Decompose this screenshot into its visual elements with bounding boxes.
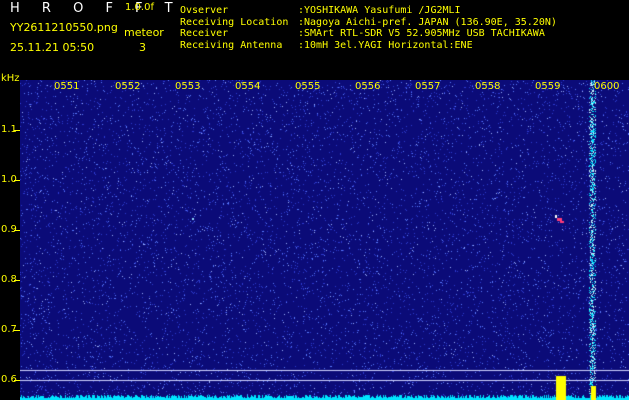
time-label: 0600	[594, 81, 620, 92]
meteor-count: 3	[139, 41, 146, 54]
time-label: 0552	[115, 81, 141, 92]
app-version: 1.0.0f	[125, 2, 154, 13]
capture-datetime: 25.11.21 05:50	[10, 41, 95, 54]
image-filename: YY2611210550.png	[10, 21, 118, 34]
time-label: 0559	[535, 81, 561, 92]
info-row-receiver: Receiver:SMArt RTL-SDR V5 52.905MHz USB …	[180, 28, 545, 39]
app-title: H R O F F T	[10, 1, 182, 16]
time-label: 0553	[175, 81, 201, 92]
info-row-location: Receiving Location:Nagoya Aichi-pref. JA…	[180, 16, 557, 28]
spectrogram-canvas	[20, 80, 629, 400]
header-panel: H R O F F T 1.0.0f YY2611210550.png 25.1…	[0, 0, 629, 78]
y-axis-unit: kHz	[1, 73, 20, 84]
time-label: 0551	[54, 81, 80, 92]
meteor-label: meteor	[124, 26, 164, 39]
time-label: 0556	[355, 81, 381, 92]
time-label: 0555	[295, 81, 321, 92]
station-info: Ovserver:YOSHIKAWA Yasufumi /JG2MLI Rece…	[180, 5, 557, 51]
info-row-antenna: Receiving Antenna:10mH 3el.YAGI Horizont…	[180, 39, 473, 51]
time-label: 0558	[475, 81, 501, 92]
time-label: 0557	[415, 81, 441, 92]
spectrogram-plot	[20, 80, 629, 400]
info-row-observer: Ovserver:YOSHIKAWA Yasufumi /JG2MLI	[180, 5, 461, 16]
time-label: 0554	[235, 81, 261, 92]
